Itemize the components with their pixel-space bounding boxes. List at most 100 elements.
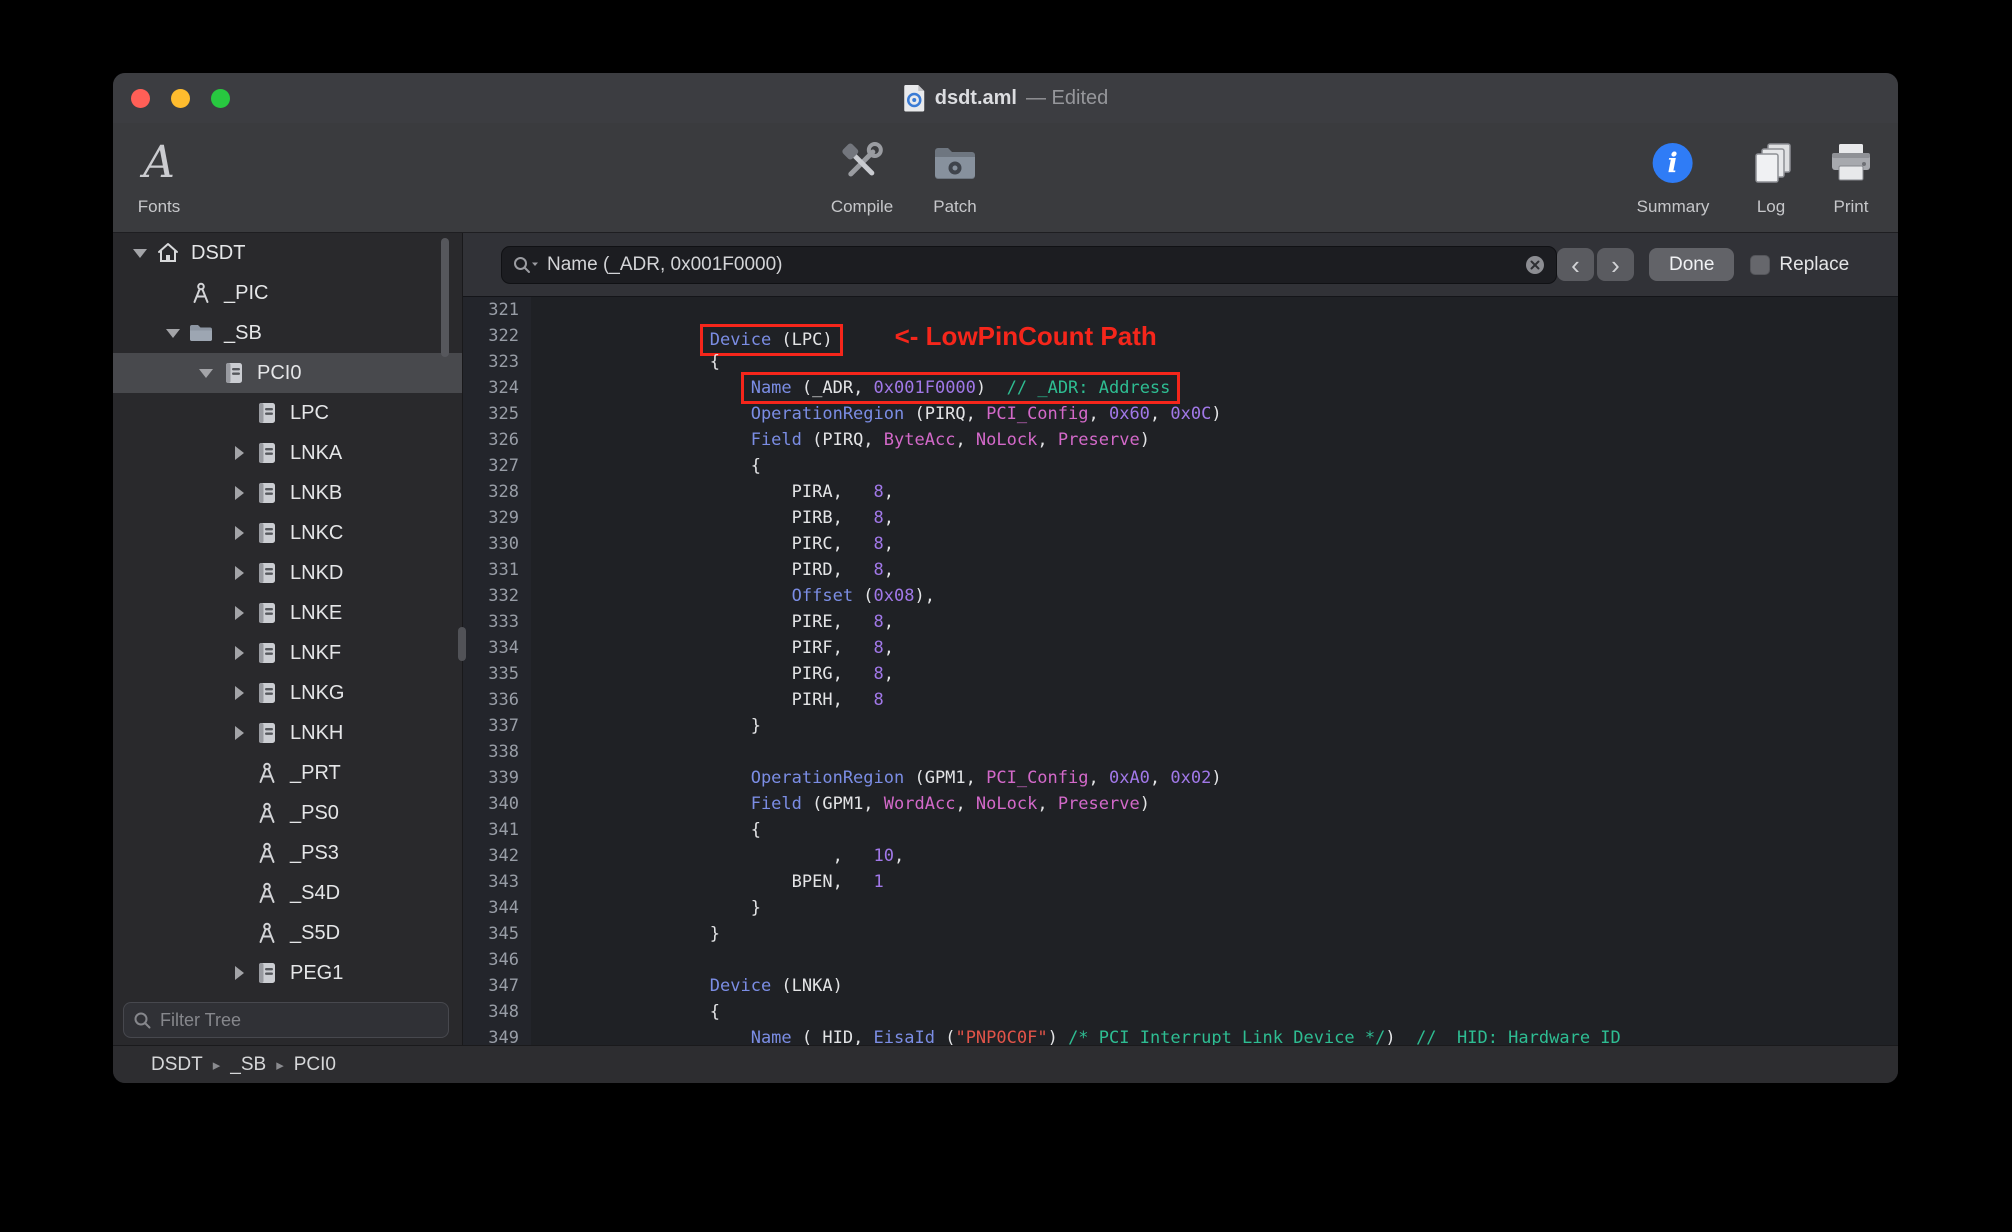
tree-item-peg1[interactable]: PEG1 [113,953,462,993]
titlebar[interactable]: dsdt.aml — Edited [113,73,1898,123]
search-field[interactable] [501,245,1557,284]
code-line-348: 348 { [463,999,1898,1025]
tree-item-label: LPC [290,401,329,424]
print-button[interactable]: Print [1828,131,1874,217]
sidebar-scrollbar[interactable] [441,238,449,357]
tree-item-pci0[interactable]: PCI0 [113,353,462,393]
chevron-right-icon[interactable] [227,486,251,500]
code-line-327: 327 { [463,453,1898,479]
chevron-down-icon[interactable] [161,328,185,338]
replace-checkbox[interactable] [1750,254,1771,275]
device-icon [251,641,283,665]
device-icon [251,681,283,705]
close-button[interactable] [131,88,150,108]
tree-item-_ps3[interactable]: _PS3 [113,833,462,873]
tree-item-_ps0[interactable]: _PS0 [113,793,462,833]
tree-item-label: _PRT [290,761,341,784]
breadcrumb-item[interactable]: PCI0 [294,1054,336,1076]
tree-item-_s4d[interactable]: _S4D [113,873,462,913]
chevron-right-icon: › [1611,249,1620,280]
tree-item-_pic[interactable]: _PIC [113,273,462,313]
breadcrumb: DSDT ▸ _SB ▸ PCI0 [151,1054,336,1076]
compile-tools-icon [838,131,886,195]
summary-button[interactable]: i Summary [1636,131,1710,217]
breadcrumb-item[interactable]: _SB [230,1054,266,1076]
filter-input[interactable] [158,1008,439,1032]
code-line-325: 325 OperationRegion (PIRQ, PCI_Config, 0… [463,401,1898,427]
tree-item-label: _PS3 [290,841,339,864]
tree-item-label: _S5D [290,921,341,944]
chevron-down-icon[interactable] [194,368,218,378]
tree-item-lnkf[interactable]: LNKF [113,633,462,673]
zoom-button[interactable] [211,88,230,108]
line-number: 337 [488,716,519,736]
pane-splitter[interactable] [458,627,466,661]
window-edited-badge: — Edited [1025,86,1109,109]
find-next-button[interactable]: › [1597,248,1634,281]
line-number: 336 [488,690,519,710]
line-number: 338 [488,742,519,762]
tree-item-lnkb[interactable]: LNKB [113,473,462,513]
chevron-right-icon[interactable] [227,966,251,980]
code-text: OperationRegion (GPM1, PCI_Config, 0xA0,… [750,768,1222,788]
chevron-right-icon[interactable] [227,446,251,460]
code-area[interactable]: 321 322 Device (LPC) <- LowPinCount Path 32… [463,297,1898,1045]
line-number: 333 [488,612,519,632]
line-number: 346 [488,950,519,970]
chevron-down-icon[interactable] [128,248,152,258]
tree-item-lnkh[interactable]: LNKH [113,713,462,753]
clear-search-icon[interactable] [1524,254,1546,276]
tree-item-label: LNKD [290,561,344,584]
tree-item-label: LNKA [290,441,343,464]
log-button[interactable]: Log [1748,131,1794,217]
minimize-button[interactable] [171,88,190,108]
find-previous-button[interactable]: ‹ [1557,248,1594,281]
tree-item-lpc[interactable]: LPC [113,393,462,433]
tree-item-_sb[interactable]: _SB [113,313,462,353]
chevron-right-icon[interactable] [227,646,251,660]
done-button[interactable]: Done [1649,248,1735,281]
tree-item-label: LNKB [290,481,343,504]
chevron-right-icon[interactable] [227,526,251,540]
code-line-338: 338 [463,739,1898,765]
fonts-button[interactable]: A Fonts [138,131,181,217]
toolbar-label: Summary [1636,197,1710,216]
chevron-right-icon[interactable] [227,566,251,580]
code-line-349: 349 Name (_HID, EisaId ("PNP0C0F") /* PC… [463,1025,1898,1045]
device-icon [251,481,283,505]
line-number: 322 [488,326,519,346]
tree-item-_s5d[interactable]: _S5D [113,913,462,953]
line-number: 327 [488,456,519,476]
tree-item-dsdt[interactable]: DSDT [113,233,462,273]
line-number: 335 [488,664,519,684]
code-line-334: 334 PIRF, 8, [463,635,1898,661]
red-annotation-box: Device (LPC) [699,324,843,356]
tree-item-lnka[interactable]: LNKA [113,433,462,473]
code-line-333: 333 PIRE, 8, [463,609,1898,635]
filter-field[interactable] [123,1002,449,1038]
chevron-right-icon[interactable] [227,606,251,620]
device-icon [251,521,283,545]
tree-item-lnke[interactable]: LNKE [113,593,462,633]
tree-item-label: LNKH [290,721,344,744]
search-input[interactable] [545,252,1518,277]
line-number: 329 [488,508,519,528]
tree-item-_prt[interactable]: _PRT [113,753,462,793]
red-annotation-box: Name (_ADR, 0x001F0000) // _ADR: Address [740,372,1181,404]
tree-item-lnkc[interactable]: LNKC [113,513,462,553]
code-line-345: 345 } [463,921,1898,947]
traffic-lights [131,73,230,123]
code-text: Name (_ADR, 0x001F0000) // _ADR: Address [531,372,1181,404]
patch-button[interactable]: Patch [932,131,978,217]
device-icon [251,721,283,745]
compile-button[interactable]: Compile [831,131,893,217]
breadcrumb-item[interactable]: DSDT [151,1054,203,1076]
line-number: 340 [488,794,519,814]
chevron-right-icon[interactable] [227,686,251,700]
tree-item-lnkg[interactable]: LNKG [113,673,462,713]
chevron-right-icon[interactable] [227,726,251,740]
tree-item-lnkd[interactable]: LNKD [113,553,462,593]
method-icon [251,881,283,905]
